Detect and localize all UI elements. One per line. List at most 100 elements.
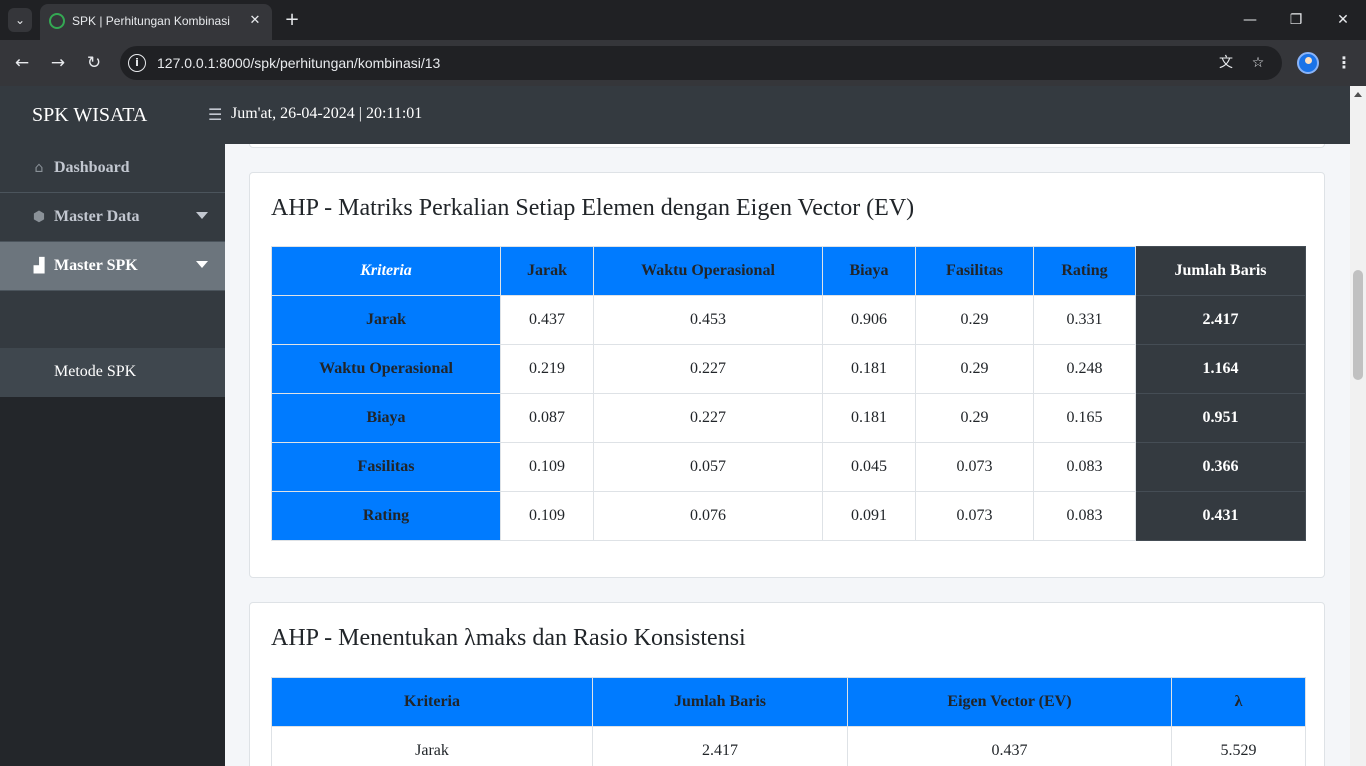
row-header: Biaya [271,393,501,443]
sidebar: ⌂ Dashboard ⬢ Master Data ▟ Master SPK M… [0,144,225,766]
previous-card [249,144,1325,148]
sidebar-item-label: Dashboard [54,159,130,176]
table-cell: 0.057 [593,442,823,492]
new-tab-icon[interactable]: + [281,9,303,31]
column-header: λ [1171,677,1306,727]
column-header: Rating [1033,246,1136,296]
site-info-icon[interactable]: i [128,54,146,72]
matrix-card-title: AHP - Matriks Perkalian Setiap Elemen de… [271,195,915,221]
table-cell: 0.073 [915,491,1034,541]
table-cell: 0.181 [822,344,916,394]
hamburger-menu-icon[interactable]: ☰ [208,105,224,125]
table-cell: 0.165 [1033,393,1136,443]
table-row: Jarak 0.437 0.453 0.906 0.29 0.331 2.417 [271,295,1306,345]
table-cell: 0.083 [1033,442,1136,492]
page-scrollbar[interactable] [1350,86,1366,766]
bookmark-star-icon[interactable]: ☆ [1248,53,1268,73]
table-cell: 0.227 [593,344,823,394]
table-cell: 0.29 [915,295,1034,345]
column-header: Jumlah Baris [592,677,848,727]
row-total-cell: 1.164 [1135,344,1306,394]
lambda-card: AHP - Menentukan λmaks dan Rasio Konsist… [249,602,1325,766]
restore-icon[interactable]: ❐ [1284,8,1308,32]
reload-icon[interactable]: ↻ [82,51,106,75]
sidebar-subitem-label: Metode SPK [54,363,137,380]
sidebar-item-dashboard[interactable]: ⌂ Dashboard [0,144,225,193]
table-cell: 2.417 [592,726,848,766]
sidebar-item-label: Master SPK [54,257,138,274]
brand-logo[interactable]: SPK WISATA [0,86,225,144]
row-header: Waktu Operasional [271,344,501,394]
table-cell: 5.529 [1171,726,1306,766]
column-header: Eigen Vector (EV) [847,677,1172,727]
caret-down-icon [196,212,208,219]
browser-toolbar: ← → ↻ i 127.0.0.1:8000/spk/perhitungan/k… [0,40,1366,86]
minimize-icon[interactable]: — [1238,8,1262,32]
close-tab-icon[interactable]: ✕ [246,12,264,30]
table-cell: 0.437 [847,726,1172,766]
table-header-row: Kriteria Jumlah Baris Eigen Vector (EV) … [271,677,1306,727]
sidebar-item-master-data[interactable]: ⬢ Master Data [0,193,225,242]
sidebar-item-label: Master Data [54,208,140,225]
browser-tab[interactable]: SPK | Perhitungan Kombinasi ✕ [40,4,272,40]
column-header: Waktu Operasional [593,246,823,296]
tab-search-icon[interactable]: ⌄ [8,8,32,32]
profile-avatar-icon[interactable] [1297,52,1319,74]
row-total-cell: 2.417 [1135,295,1306,345]
row-header: Rating [271,491,501,541]
close-window-icon[interactable]: ✕ [1331,8,1355,32]
lambda-card-title: AHP - Menentukan λmaks dan Rasio Konsist… [271,625,746,651]
column-header: Kriteria [271,677,593,727]
table-cell: 0.091 [822,491,916,541]
table-row: Rating 0.109 0.076 0.091 0.073 0.083 0.4… [271,491,1306,541]
cubes-icon: ⬢ [32,209,46,225]
table-cell: 0.29 [915,393,1034,443]
lambda-table: Kriteria Jumlah Baris Eigen Vector (EV) … [271,677,1306,766]
table-cell: 0.109 [500,491,594,541]
table-row: Waktu Operasional 0.219 0.227 0.181 0.29… [271,344,1306,394]
sidebar-item-master-spk[interactable]: ▟ Master SPK [0,242,225,291]
table-header-row: Kriteria Jarak Waktu Operasional Biaya F… [271,246,1306,296]
table-cell: Jarak [271,726,593,766]
favicon-icon [49,13,65,29]
table-cell: 0.045 [822,442,916,492]
table-cell: 0.906 [822,295,916,345]
row-total-cell: 0.366 [1135,442,1306,492]
sidebar-subitem-metode-spk[interactable]: Metode SPK [0,348,225,397]
address-bar[interactable]: i 127.0.0.1:8000/spk/perhitungan/kombina… [120,46,1282,80]
app-viewport: SPK WISATA ☰ Jum'at, 26-04-2024 | 20:11:… [0,86,1366,766]
browser-tab-bar: ⌄ SPK | Perhitungan Kombinasi ✕ + — ❐ ✕ [0,0,1366,40]
sitemap-icon: ▟ [33,258,45,274]
matrix-table: Kriteria Jarak Waktu Operasional Biaya F… [271,246,1306,541]
table-cell: 0.083 [1033,491,1136,541]
home-icon: ⌂ [34,160,44,176]
table-cell: 0.181 [822,393,916,443]
top-navbar: SPK WISATA ☰ Jum'at, 26-04-2024 | 20:11:… [0,86,1350,144]
caret-down-icon [196,261,208,268]
translate-icon[interactable]: 文 [1216,53,1236,73]
table-cell: 0.437 [500,295,594,345]
url-text[interactable]: 127.0.0.1:8000/spk/perhitungan/kombinasi… [157,55,440,71]
table-row: Fasilitas 0.109 0.057 0.045 0.073 0.083 … [271,442,1306,492]
main-content: AHP - Matriks Perkalian Setiap Elemen de… [225,144,1350,766]
scroll-up-icon[interactable] [1354,92,1362,97]
browser-menu-icon[interactable]: ⋮ [1334,51,1354,75]
table-row: Biaya 0.087 0.227 0.181 0.29 0.165 0.951 [271,393,1306,443]
row-total-cell: 0.951 [1135,393,1306,443]
scrollbar-thumb[interactable] [1353,270,1363,380]
row-header: Fasilitas [271,442,501,492]
sidebar-background [0,397,225,766]
table-cell: 0.29 [915,344,1034,394]
back-icon[interactable]: ← [10,51,34,75]
table-cell: 0.331 [1033,295,1136,345]
row-total-cell: 0.431 [1135,491,1306,541]
datetime-display: Jum'at, 26-04-2024 | 20:11:01 [231,105,423,122]
table-cell: 0.248 [1033,344,1136,394]
column-header: Fasilitas [915,246,1034,296]
forward-icon[interactable]: → [46,51,70,75]
table-cell: 0.227 [593,393,823,443]
column-header: Jumlah Baris [1135,246,1306,296]
table-cell: 0.453 [593,295,823,345]
matrix-card: AHP - Matriks Perkalian Setiap Elemen de… [249,172,1325,578]
column-header: Kriteria [271,246,501,296]
